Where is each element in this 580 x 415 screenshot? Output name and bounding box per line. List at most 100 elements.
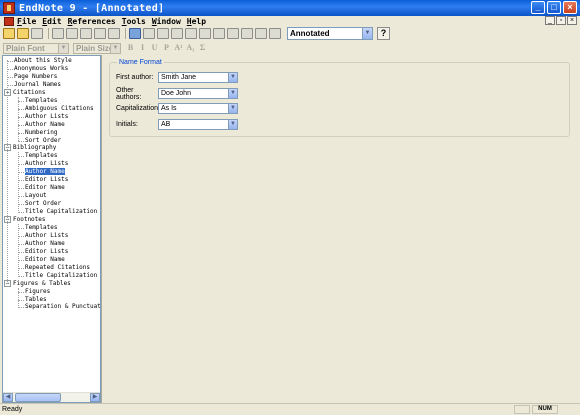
underline-button[interactable]: U [149,43,160,53]
first-author-value: Smith Jane [161,74,197,81]
tree-item[interactable]: Author Lists [18,113,68,121]
copy-icon[interactable] [66,28,78,39]
doc-close-button[interactable]: × [567,16,577,25]
first-author-select[interactable]: Smith Jane ▼ [158,72,238,83]
tree-item[interactable]: − Bibliography [4,144,56,152]
link-icon[interactable] [157,28,169,39]
tree-item[interactable]: − Citations [4,88,46,97]
tree-item-label: Footnotes [13,216,46,223]
chart-icon[interactable] [255,28,267,39]
output-style-select[interactable]: Annotated ▼ [287,27,373,40]
font-select[interactable]: Plain Font ▼ [3,42,69,54]
spell-icon[interactable] [227,28,239,39]
new-icon[interactable] [3,28,15,39]
tree-item[interactable]: − Figures & Tables [4,279,71,288]
tree-item[interactable]: Sort Order [18,200,61,208]
tree-item[interactable]: Author Lists [18,160,68,168]
close-button[interactable]: × [563,1,577,14]
help-button[interactable]: ? [377,27,390,40]
save-icon[interactable] [31,28,43,39]
tree-item[interactable]: Sort Order [18,137,61,145]
tree-item[interactable]: Numbering [18,129,58,137]
tree-item[interactable]: Tables [18,295,47,304]
cut-icon[interactable] [52,28,64,39]
tree-item[interactable]: Author Lists [18,231,69,240]
tree-item[interactable]: Journal Names [7,81,61,89]
tree-item-label: Templates [25,152,58,160]
tree-item[interactable]: Separation & Punctuati [18,303,100,311]
scroll-thumb[interactable] [15,393,61,402]
open-icon[interactable] [17,28,29,39]
italic-button[interactable]: I [137,43,148,53]
bold-button[interactable]: B [125,43,136,53]
plain-button[interactable]: P [161,43,172,53]
tree-item[interactable]: Title Capitalization [18,208,97,216]
format-icon[interactable] [129,28,141,39]
export-icon[interactable] [213,28,225,39]
chevron-down-icon[interactable]: ▼ [228,120,237,129]
tree-item[interactable]: Figures [18,288,50,296]
tree-item[interactable]: Author Name [18,240,65,248]
tree-item[interactable]: Page Numbers [7,73,57,81]
tree-item-label: Author Name [25,168,65,176]
scroll-right-icon[interactable]: ▶ [90,393,100,402]
library-icon[interactable] [171,28,183,39]
tree-item[interactable]: Ambiguous Citations [18,105,94,113]
menu-references[interactable]: References [68,17,116,26]
tree-item[interactable]: Templates [18,224,58,232]
tree-item[interactable]: Author Name [18,168,65,176]
tree-item[interactable]: Editor Name [18,256,65,264]
insert-citation-icon[interactable] [143,28,155,39]
first-author-label: First author: [116,74,154,81]
tree-item[interactable]: Editor Name [18,184,65,192]
menu-window[interactable]: Window [152,17,181,26]
tree-item[interactable]: − Footnotes [4,216,46,224]
import-icon[interactable] [199,28,211,39]
menu-file[interactable]: File [17,17,36,26]
capitalization-select[interactable]: As Is ▼ [158,103,238,114]
other-authors-select[interactable]: Doe John ▼ [158,88,238,99]
chevron-down-icon[interactable]: ▼ [228,89,237,98]
tree-item-label: Tables [25,295,47,303]
tree-item[interactable]: Templates [18,97,58,105]
minimize-button[interactable]: _ [531,1,545,14]
connect-icon[interactable] [185,28,197,39]
style-tree[interactable]: About this Style Anonymous Works Page Numb… [2,55,101,403]
tree-item[interactable]: Author Name [18,121,65,129]
find-icon[interactable] [108,28,120,39]
doc-restore-button[interactable]: ▫ [556,16,566,25]
endnote-app-icon[interactable] [3,2,15,14]
horizontal-scrollbar[interactable]: ◀ ▶ [3,392,100,402]
scroll-left-icon[interactable]: ◀ [3,393,13,402]
chevron-down-icon[interactable]: ▼ [110,43,120,53]
chevron-down-icon[interactable]: ▼ [228,104,237,113]
initials-select[interactable]: AB ▼ [158,119,238,130]
menu-help[interactable]: Help [187,17,206,26]
chevron-down-icon[interactable]: ▼ [58,43,68,53]
tree-item[interactable]: Title Capitalization [18,272,97,280]
tree-item[interactable]: Editor Lists [18,176,68,184]
doc-minimize-button[interactable]: _ [545,16,555,25]
chevron-down-icon[interactable]: ▼ [228,73,237,82]
chevron-down-icon[interactable]: ▼ [362,28,372,39]
tree-item-label: Author Lists [25,231,69,239]
tree-item[interactable]: Repeated Citations [18,264,90,272]
subscript-button[interactable]: A₁ [185,43,196,53]
tree-item[interactable]: Layout [18,192,47,200]
sort-icon[interactable] [94,28,106,39]
size-select[interactable]: Plain Size ▼ [73,42,121,54]
symbol-button[interactable]: Σ [197,43,208,53]
menu-edit[interactable]: Edit [42,17,61,26]
superscript-button[interactable]: A¹ [173,43,184,53]
options-icon[interactable] [269,28,281,39]
maximize-button[interactable]: □ [547,1,561,14]
tree-item[interactable]: Editor Lists [18,248,68,256]
document-icon[interactable] [4,16,14,26]
menu-tools[interactable]: Tools [122,17,146,26]
tree-connector [18,96,19,142]
tree-item[interactable]: About this Style [7,57,72,65]
tree-item[interactable]: Anonymous Works [7,65,68,73]
preview-icon[interactable] [241,28,253,39]
tree-item[interactable]: Templates [18,152,58,160]
paste-icon[interactable] [80,28,92,39]
